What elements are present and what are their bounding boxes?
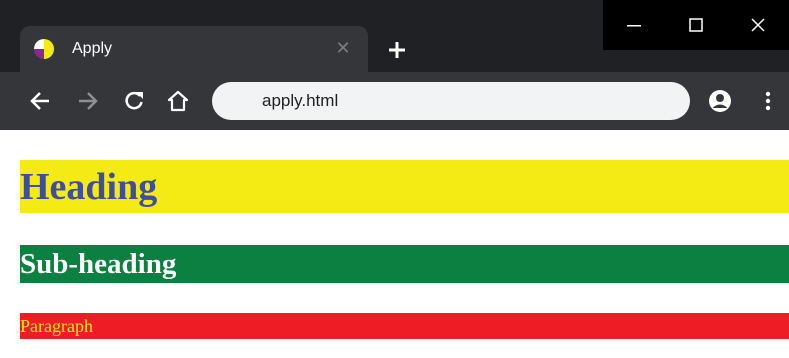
tab-title: Apply — [72, 40, 113, 57]
reload-button[interactable] — [120, 87, 148, 115]
account-circle-icon — [709, 90, 731, 112]
page-content: Heading Sub-heading Paragraph — [0, 130, 789, 358]
back-button[interactable] — [26, 87, 54, 115]
minimize-button[interactable] — [603, 0, 665, 50]
new-tab-button[interactable] — [377, 32, 417, 68]
page-heading: Heading — [20, 166, 158, 208]
title-bar: Apply ✕ — [0, 0, 789, 72]
close-icon — [751, 18, 765, 32]
profile-button[interactable] — [706, 87, 734, 115]
paragraph-block: Paragraph — [20, 313, 789, 339]
kebab-menu-icon — [765, 91, 771, 111]
menu-button[interactable] — [754, 87, 782, 115]
heading-block: Heading — [20, 160, 789, 213]
reload-icon — [125, 91, 143, 110]
forward-button[interactable] — [74, 87, 102, 115]
window-controls — [603, 0, 789, 50]
browser-toolbar: apply.html — [0, 72, 789, 130]
page-subheading: Sub-heading — [20, 248, 177, 280]
arrow-right-icon — [79, 92, 98, 110]
subheading-block: Sub-heading — [20, 245, 789, 283]
browser-window: Apply ✕ apply.html Heading Sub-heading P… — [0, 0, 789, 358]
tab-apply[interactable]: Apply ✕ — [20, 26, 368, 72]
maximize-icon — [689, 18, 703, 32]
arrow-left-icon — [30, 92, 49, 110]
page-paragraph: Paragraph — [20, 316, 93, 336]
minimize-icon — [627, 25, 641, 27]
home-button[interactable] — [164, 87, 192, 115]
address-text: apply.html — [262, 91, 339, 110]
circle-quadrant-favicon-icon — [34, 39, 54, 59]
maximize-button[interactable] — [665, 0, 727, 50]
home-icon — [167, 90, 189, 112]
address-bar[interactable]: apply.html — [212, 82, 690, 120]
close-button[interactable] — [727, 0, 789, 50]
tab-close-icon[interactable]: ✕ — [332, 38, 354, 60]
plus-icon — [389, 42, 405, 58]
